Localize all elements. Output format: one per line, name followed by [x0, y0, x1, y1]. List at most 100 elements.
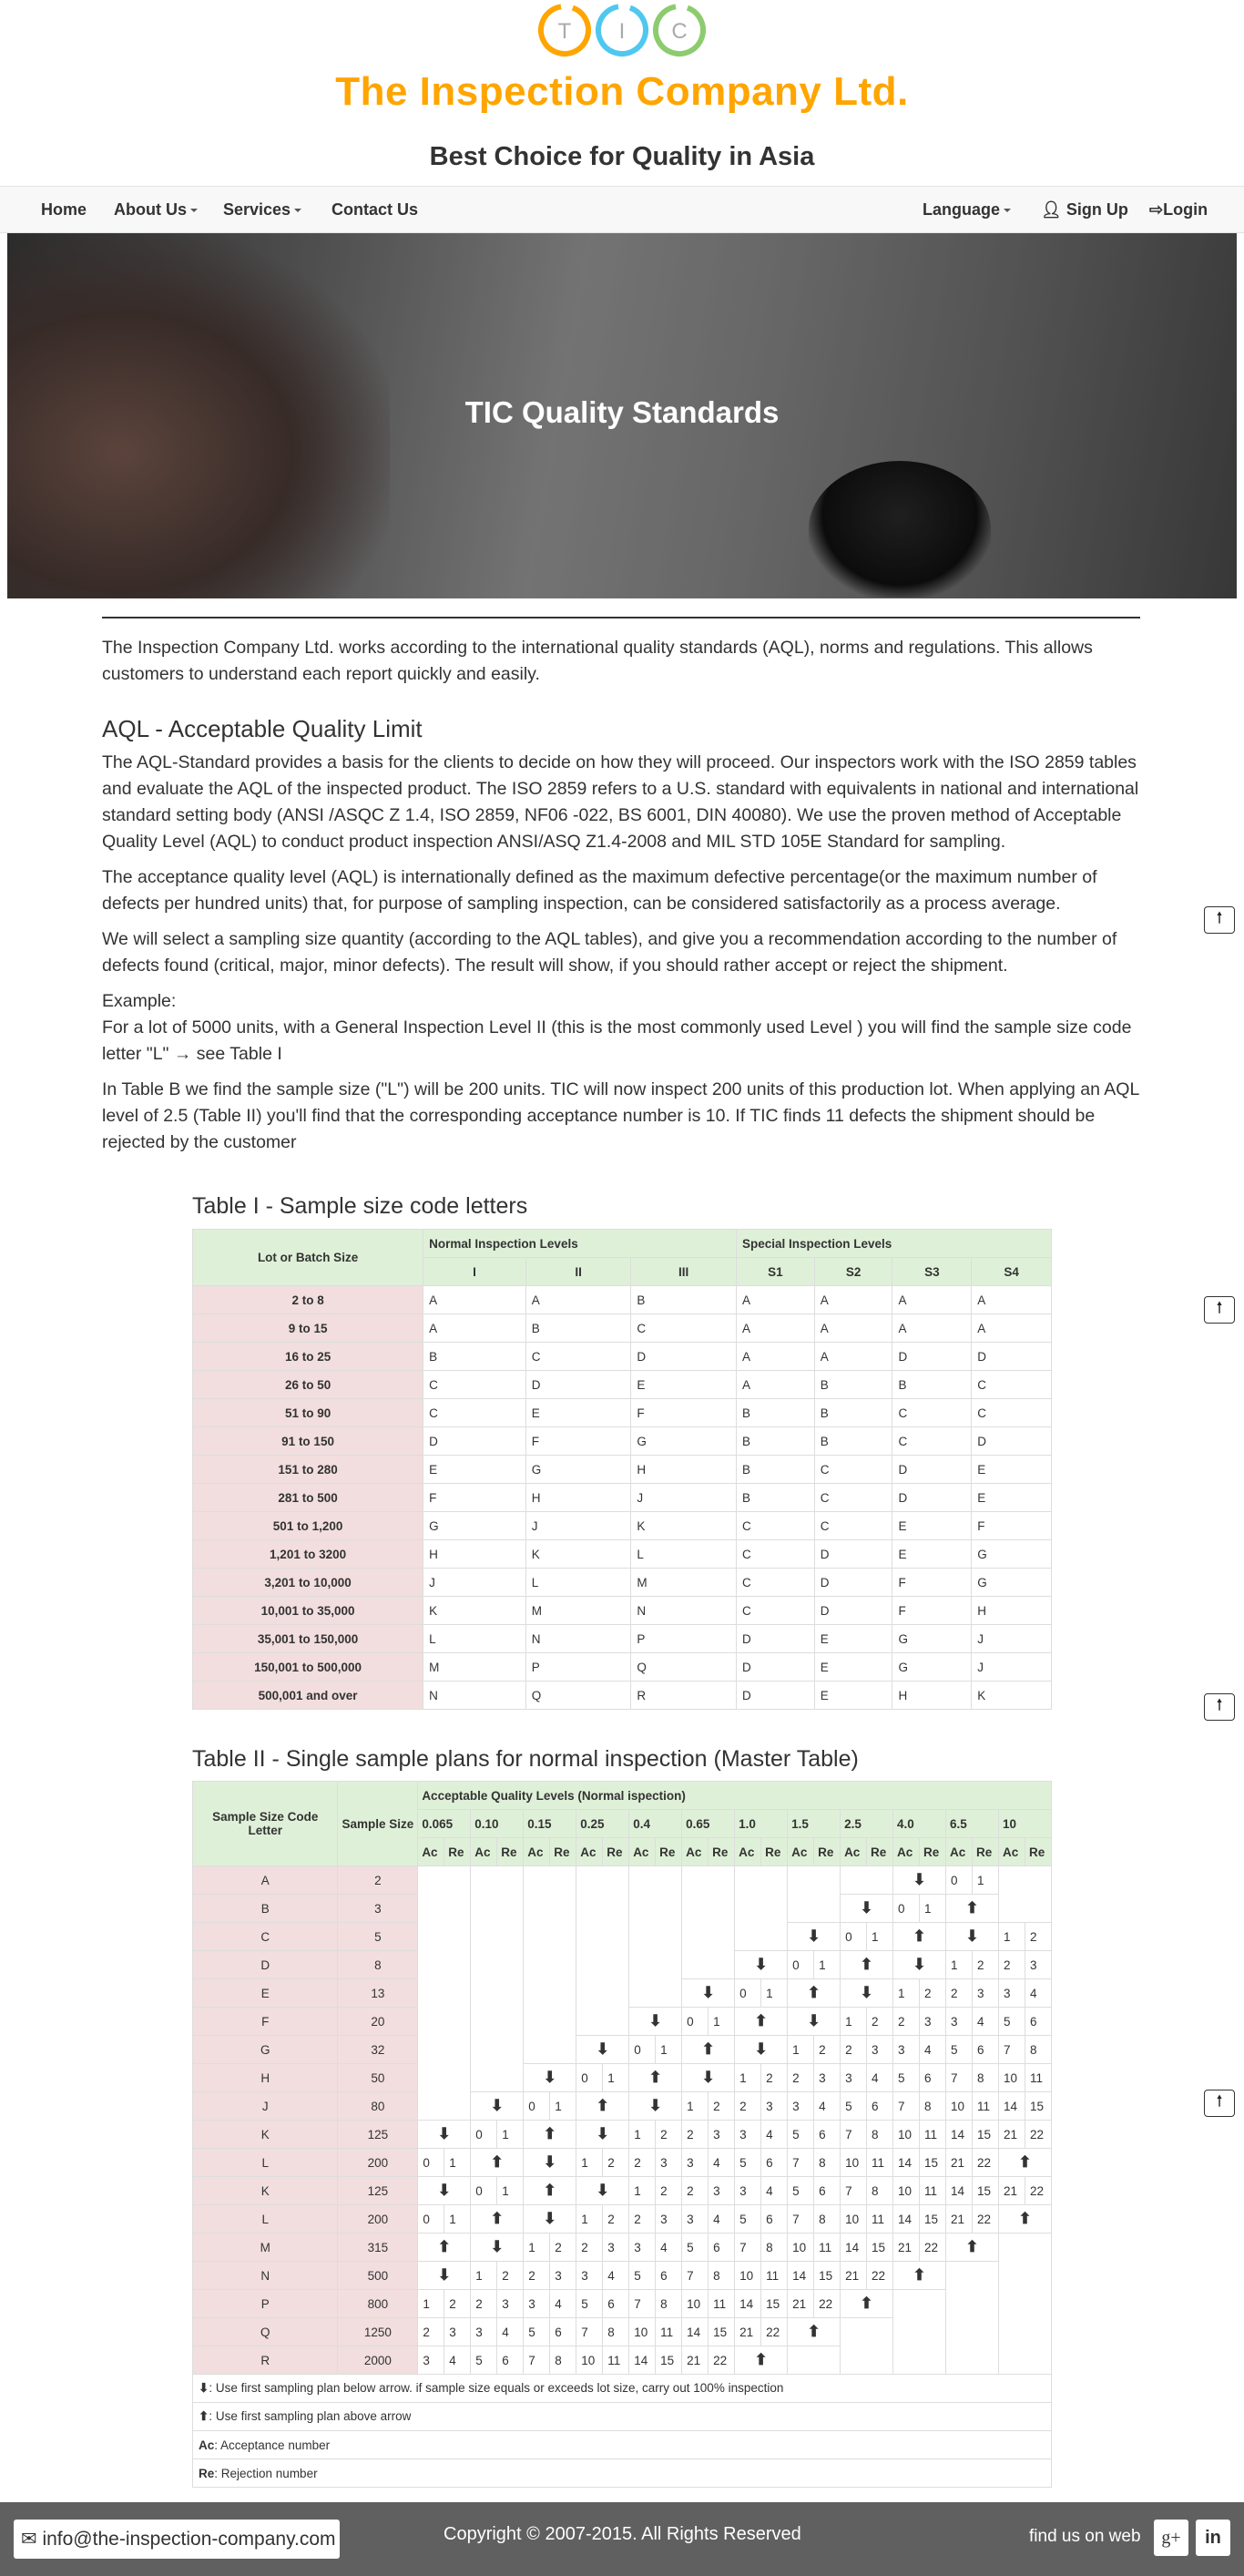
re-cell: 1 — [444, 2204, 472, 2234]
re-header: Re — [549, 1837, 577, 1866]
legend-key: ⬇ — [199, 2381, 209, 2395]
copyright: Copyright © 2007-2015. All Rights Reserv… — [444, 2524, 801, 2544]
google-plus-icon[interactable]: g+ — [1154, 2520, 1188, 2556]
ac-cell: 10 — [892, 2176, 921, 2205]
ac-cell: 2 — [787, 2063, 815, 2092]
caret-down-icon — [1004, 209, 1012, 213]
code-letter-cell: D — [892, 1342, 973, 1371]
code-letter-cell: C — [630, 1314, 737, 1343]
arrow-down-icon: ⬇ — [523, 2063, 577, 2092]
code-letter-cell: C — [813, 1511, 893, 1540]
intro-text: The Inspection Company Ltd. works accord… — [102, 638, 1093, 684]
empty-cell — [523, 1866, 577, 1895]
table-row: H 50 ⬇ 0 1 ⬆ ⬇ 1 2 2 3 3 4 5 6 7 8 10 11 — [191, 2063, 1053, 2092]
table-row: 150,001 to 500,000 M P Q D E G J — [191, 1652, 1052, 1682]
ac-cell: 2 — [470, 2289, 498, 2318]
re-cell: 1 — [602, 2063, 630, 2092]
ac-cell: 14 — [681, 2317, 709, 2346]
ac-cell: 10 — [892, 2120, 921, 2149]
table-row: E 13 ⬇ 0 1 ⬆ ⬇ 1 2 2 3 3 4 — [191, 1978, 1053, 2008]
arrow-up-icon: ⬆ — [840, 2289, 894, 2318]
arrow-down-icon: ⬇ — [417, 2120, 472, 2149]
ac-cell: 5 — [734, 2204, 762, 2234]
arrow-up-icon: ⬆ — [417, 2233, 472, 2262]
legend-text: : Rejection number — [214, 2466, 318, 2480]
email-button[interactable]: ✉ info@the-inspection-company.com — [14, 2520, 340, 2559]
ac-cell: 1 — [628, 2120, 657, 2149]
sample-size-cell: 125 — [337, 2120, 419, 2149]
code-letter-cell: E — [191, 1978, 339, 2008]
re-cell: 11 — [813, 2233, 841, 2262]
nav-home[interactable]: Home — [41, 200, 87, 220]
arrow-down-icon: ⬇ — [945, 1922, 999, 1951]
empty-cell — [470, 1894, 525, 1923]
re-cell: 1 — [866, 1922, 894, 1951]
code-letter-cell: J — [191, 2091, 339, 2121]
ac-cell: 7 — [997, 2035, 1025, 2064]
arrow-down-icon: ⬇ — [681, 2063, 736, 2092]
nav-login[interactable]: ⇨Login — [1149, 200, 1208, 220]
empty-cell — [787, 2346, 841, 2375]
code-letter-cell: B — [423, 1342, 526, 1371]
nav-services[interactable]: Services — [223, 200, 302, 220]
empty-cell — [787, 1866, 841, 1895]
re-cell: 15 — [919, 2204, 946, 2234]
ac-cell: 3 — [734, 2176, 762, 2205]
arrow-down-icon: ⬇ — [734, 2035, 789, 2064]
nav-language[interactable]: Language — [923, 200, 1012, 220]
re-cell: 11 — [919, 2176, 946, 2205]
single-sample-plan-table: Sample Size Code Letter Sample Size Acce… — [191, 1781, 1053, 2488]
table-row: R 2000 3 4 5 6 7 8 10 11 14 15 21 22 ⬆ — [191, 2346, 1053, 2375]
code-letter-cell: N — [191, 2261, 339, 2290]
ac-cell: 7 — [892, 2091, 921, 2121]
nav-about-us[interactable]: About Us — [114, 200, 198, 220]
re-cell: 15 — [971, 2176, 999, 2205]
empty-cell — [523, 1894, 577, 1923]
divider — [102, 617, 1140, 618]
find-us-label: find us on web — [1029, 2527, 1141, 2546]
table-row: 151 to 280 E G H B C D E — [191, 1455, 1052, 1484]
ac-cell: 5 — [787, 2176, 815, 2205]
code-letter-cell: E — [892, 1511, 973, 1540]
arrow-up-icon: ⬆ — [945, 1894, 999, 1923]
code-letter-cell: E — [525, 1398, 632, 1427]
tic-logo[interactable]: T I C — [535, 2, 709, 58]
code-letter-cell: J — [423, 1568, 526, 1597]
lot-size-cell: 500,001 and over — [191, 1681, 424, 1710]
linkedin-icon[interactable]: in — [1196, 2520, 1230, 2556]
re-cell: 3 — [708, 2176, 736, 2205]
ac-cell: 3 — [417, 2346, 445, 2375]
nav-contact-us[interactable]: Contact Us — [331, 200, 418, 220]
legend-cell: Ac: Acceptance number — [192, 2430, 1052, 2459]
scroll-to-top-button[interactable]: 🠑︎ — [1204, 1693, 1235, 1721]
ac-cell: 3 — [576, 2261, 604, 2290]
scroll-to-top-button[interactable]: 🠑︎ — [1204, 906, 1235, 934]
re-cell: 4 — [866, 2063, 894, 2092]
level-header-S1: S1 — [735, 1257, 815, 1286]
table-row: 10,001 to 35,000 K M N C D F H — [191, 1596, 1052, 1625]
ac-header: Ac — [681, 1837, 709, 1866]
ac-cell: 0 — [945, 1866, 973, 1895]
scroll-to-top-button[interactable]: 🠑︎ — [1204, 2090, 1235, 2117]
code-letter-cell: K — [191, 2176, 339, 2205]
table2-title: Table II - Single sample plans for norma… — [192, 1746, 859, 1772]
aql-level-header: 6.5 — [945, 1809, 999, 1838]
re-cell: 4 — [602, 2261, 630, 2290]
arrow-down-icon: ⬇ — [840, 1894, 894, 1923]
empty-cell — [417, 1978, 472, 2008]
aql-level-header: 0.10 — [470, 1809, 525, 1838]
scroll-to-top-button[interactable]: 🠑︎ — [1204, 1296, 1235, 1324]
sample-size-cell: 13 — [337, 1978, 419, 2008]
empty-cell — [681, 1922, 736, 1951]
re-cell: 2 — [708, 2091, 736, 2121]
code-letter-cell: M — [525, 1596, 632, 1625]
re-cell: 3 — [1024, 1950, 1053, 1979]
re-cell: 2 — [1024, 1922, 1053, 1951]
re-cell: 15 — [971, 2120, 999, 2149]
ac-cell: 7 — [787, 2204, 815, 2234]
table-row: K 125 ⬇ 0 1 ⬆ ⬇ 1 2 2 3 3 4 5 6 7 8 10 11 14 15 21 22 — [191, 2120, 1053, 2149]
nav-sign-up[interactable]: 👤︎ Sign Up — [1041, 200, 1128, 220]
sample-size-cell: 32 — [337, 2035, 419, 2064]
code-letter-cell: D — [971, 1426, 1052, 1456]
code-letter-cell: L — [191, 2204, 339, 2234]
